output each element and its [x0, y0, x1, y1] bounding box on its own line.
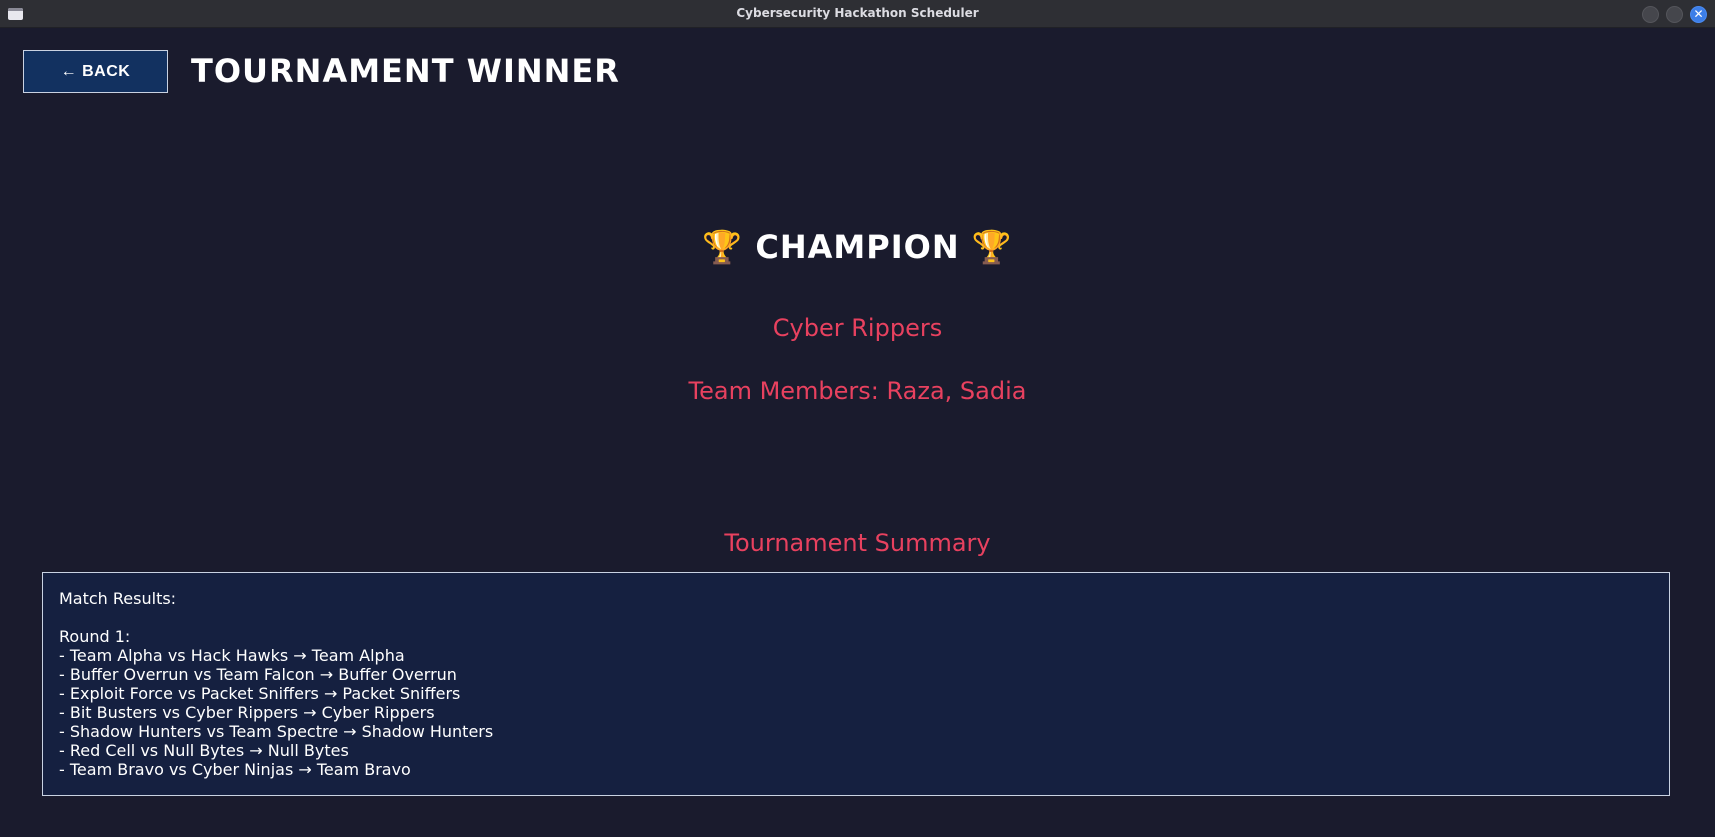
match-result-line: - Shadow Hunters vs Team Spectre → Shado…: [59, 722, 494, 741]
match-result-line: - Red Cell vs Null Bytes → Null Bytes: [59, 741, 349, 760]
trophy-icon: 🏆: [971, 228, 1013, 266]
close-button[interactable]: ✕: [1690, 6, 1707, 23]
back-button[interactable]: ← BACK: [23, 50, 168, 93]
summary-heading: Tournament Summary: [724, 529, 991, 557]
tournament-summary-textbox[interactable]: Match Results: Round 1: - Team Alpha vs …: [42, 572, 1670, 796]
window-titlebar: Cybersecurity Hackathon Scheduler ✕: [0, 0, 1715, 28]
match-result-line: - Exploit Force vs Packet Sniffers → Pac…: [59, 684, 461, 703]
champion-heading: 🏆 CHAMPION 🏆: [0, 228, 1715, 266]
match-result-line: - Buffer Overrun vs Team Falcon → Buffer…: [59, 665, 457, 684]
winner-team-name: Cyber Rippers: [772, 314, 943, 342]
match-result-line: - Bit Busters vs Cyber Rippers → Cyber R…: [59, 703, 435, 722]
page-title: TOURNAMENT WINNER: [191, 52, 620, 90]
trophy-icon: 🏆: [702, 228, 744, 266]
match-result-line: - Team Bravo vs Cyber Ninjas → Team Brav…: [59, 760, 411, 779]
champion-label: CHAMPION: [755, 228, 960, 266]
match-results-label: Match Results:: [59, 589, 177, 608]
minimize-button[interactable]: [1642, 6, 1659, 23]
match-result-line: - Team Alpha vs Hack Hawks → Team Alpha: [59, 646, 405, 665]
maximize-button[interactable]: [1666, 6, 1683, 23]
close-icon: ✕: [1693, 7, 1704, 21]
round-label: Round 1:: [59, 627, 131, 646]
window-title: Cybersecurity Hackathon Scheduler: [736, 6, 979, 20]
winner-team-members: Team Members: Raza, Sadia: [688, 377, 1027, 405]
